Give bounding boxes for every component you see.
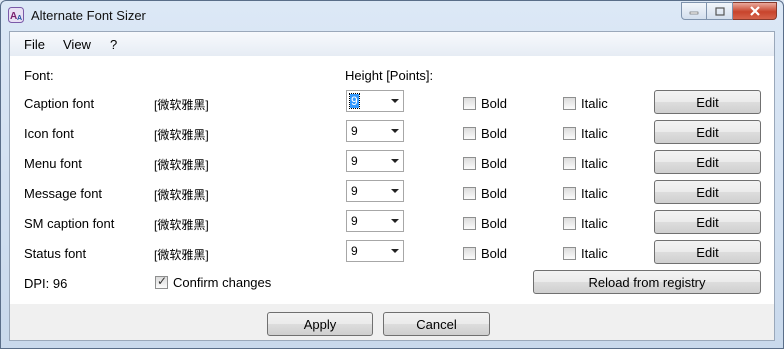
bold-label: Bold xyxy=(481,156,508,171)
italic-label: Italic xyxy=(581,96,608,111)
maximize-button[interactable] xyxy=(707,2,733,20)
height-value: 9 xyxy=(351,214,358,228)
chevron-down-icon[interactable] xyxy=(391,189,399,193)
italic-checkbox[interactable] xyxy=(563,217,576,230)
height-combo[interactable]: 9 xyxy=(346,240,404,262)
dialog-footer: Apply Cancel xyxy=(10,304,774,340)
client-area: File View ? Font: Height [Points]: Capti… xyxy=(9,31,775,341)
height-header: Height [Points]: xyxy=(345,68,434,83)
height-value: 9 xyxy=(349,93,360,109)
edit-button[interactable]: Edit xyxy=(654,150,761,174)
row-label: Menu font xyxy=(24,156,82,171)
bold-checkbox[interactable] xyxy=(463,187,476,200)
italic-checkbox[interactable] xyxy=(563,187,576,200)
chevron-down-icon[interactable] xyxy=(391,159,399,163)
chevron-down-icon[interactable] xyxy=(391,219,399,223)
chevron-down-icon[interactable] xyxy=(391,99,399,103)
bold-label: Bold xyxy=(481,246,508,261)
bold-label: Bold xyxy=(481,216,508,231)
cancel-button[interactable]: Cancel xyxy=(383,312,490,336)
italic-checkbox[interactable] xyxy=(563,247,576,260)
font-name: [微软雅黑] xyxy=(154,158,209,172)
height-combo[interactable]: 9 xyxy=(346,210,404,232)
reload-from-registry-button[interactable]: Reload from registry xyxy=(533,270,761,294)
row-label: Status font xyxy=(24,246,87,261)
font-name: [微软雅黑] xyxy=(154,188,209,202)
font-header: Font: xyxy=(24,68,54,83)
italic-checkbox[interactable] xyxy=(563,127,576,140)
bold-checkbox[interactable] xyxy=(463,217,476,230)
height-value: 9 xyxy=(351,184,358,198)
italic-label: Italic xyxy=(581,126,608,141)
edit-button[interactable]: Edit xyxy=(654,180,761,204)
row-label: Message font xyxy=(24,186,103,201)
edit-button[interactable]: Edit xyxy=(654,240,761,264)
menu-bar: File View ? xyxy=(10,32,774,57)
bold-label: Bold xyxy=(481,186,508,201)
svg-text:A: A xyxy=(17,15,22,22)
app-icon: A A xyxy=(8,7,24,23)
row-label: Icon font xyxy=(24,126,74,141)
edit-button[interactable]: Edit xyxy=(654,120,761,144)
bold-checkbox[interactable] xyxy=(463,97,476,110)
bold-label: Bold xyxy=(481,96,508,111)
height-value: 9 xyxy=(351,124,358,138)
italic-checkbox[interactable] xyxy=(563,157,576,170)
close-icon xyxy=(749,6,760,16)
window-title: Alternate Font Sizer xyxy=(31,8,146,23)
bold-checkbox[interactable] xyxy=(463,247,476,260)
font-name: [微软雅黑] xyxy=(154,128,209,142)
height-value: 9 xyxy=(351,154,358,168)
height-combo[interactable]: 9 xyxy=(346,180,404,202)
row-label: SM caption font xyxy=(24,216,115,231)
height-combo[interactable]: 9 xyxy=(346,120,404,142)
height-combo[interactable]: 9 xyxy=(346,150,404,172)
dpi-label: DPI: 96 xyxy=(24,276,68,291)
height-value: 9 xyxy=(351,244,358,258)
close-button[interactable] xyxy=(733,2,777,20)
bold-label: Bold xyxy=(481,126,508,141)
confirm-changes-label: Confirm changes xyxy=(173,275,272,290)
height-combo[interactable]: 9 xyxy=(346,90,404,112)
menu-file[interactable]: File xyxy=(24,37,45,52)
confirm-changes-checkbox[interactable] xyxy=(155,274,168,289)
italic-label: Italic xyxy=(581,246,608,261)
edit-button[interactable]: Edit xyxy=(654,210,761,234)
menu-view[interactable]: View xyxy=(63,37,91,52)
font-name: [微软雅黑] xyxy=(154,218,209,232)
bold-checkbox[interactable] xyxy=(463,127,476,140)
title-bar[interactable]: A A Alternate Font Sizer xyxy=(1,1,783,31)
font-settings-panel: Font: Height [Points]: Caption font [微软雅… xyxy=(10,56,774,304)
app-window: A A Alternate Font Sizer File View ? Fon… xyxy=(0,0,784,349)
italic-label: Italic xyxy=(581,156,608,171)
chevron-down-icon[interactable] xyxy=(391,249,399,253)
menu-help[interactable]: ? xyxy=(110,37,117,52)
row-label: Caption font xyxy=(24,96,95,111)
apply-button[interactable]: Apply xyxy=(267,312,373,336)
minimize-button[interactable] xyxy=(681,2,707,20)
maximize-icon xyxy=(714,6,725,16)
italic-checkbox[interactable] xyxy=(563,97,576,110)
edit-button[interactable]: Edit xyxy=(654,90,761,114)
font-name: [微软雅黑] xyxy=(154,248,209,262)
minimize-icon xyxy=(689,11,699,15)
chevron-down-icon[interactable] xyxy=(391,129,399,133)
font-name: [微软雅黑] xyxy=(154,98,209,112)
italic-label: Italic xyxy=(581,186,608,201)
italic-label: Italic xyxy=(581,216,608,231)
bold-checkbox[interactable] xyxy=(463,157,476,170)
